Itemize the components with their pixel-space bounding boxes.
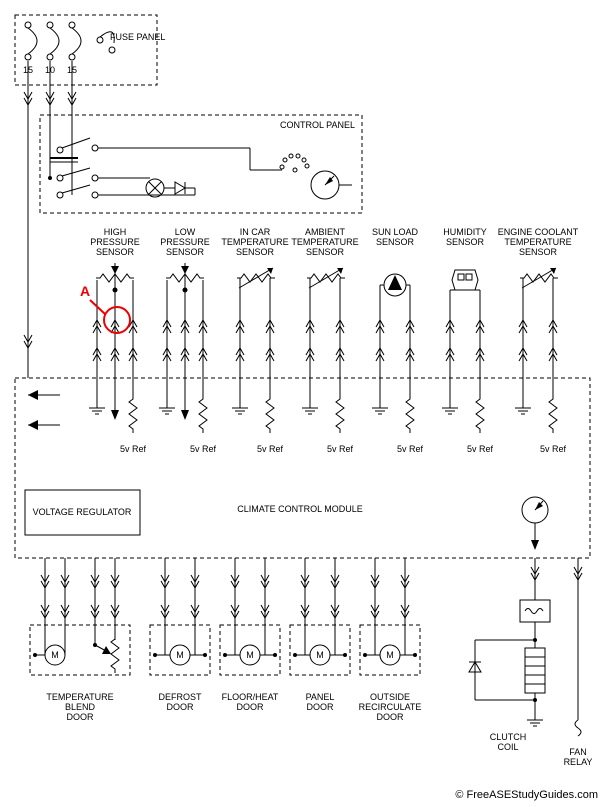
sensor-label: AMBIENT: [305, 227, 346, 237]
sensor-label: TEMPERATURE: [291, 237, 358, 247]
door-blend: TEMPERATURE BLEND DOOR: [30, 558, 130, 722]
sensor-label: PRESSURE: [90, 237, 140, 247]
door-label: DOOR: [67, 712, 95, 722]
marker-a-label: A: [80, 283, 90, 299]
clutch-coil-circuit: CLUTCH COIL: [469, 558, 550, 752]
ref-label: 5v Ref: [540, 444, 567, 454]
fuse-1: 15: [23, 22, 37, 75]
sensor-label: HUMIDITY: [443, 227, 487, 237]
sensor-label: SENSOR: [306, 247, 345, 257]
sensor-label: SENSOR: [519, 247, 558, 257]
sensor-label: LOW: [175, 227, 196, 237]
sensor-label: ENGINE COOLANT: [498, 227, 579, 237]
door-actuators: TEMPERATURE BLEND DOOR DEFROST DOOR: [30, 558, 421, 722]
module-lamp-icon: [522, 497, 548, 550]
door-label: TEMPERATURE: [46, 692, 113, 702]
door-label: DOOR: [167, 702, 195, 712]
ref-label: 5v Ref: [397, 444, 424, 454]
sensor-label: SENSOR: [166, 247, 205, 257]
control-panel: CONTROL PANEL: [40, 105, 362, 213]
sensor-label: HIGH: [104, 227, 127, 237]
marker-a: A: [80, 283, 130, 333]
ref-label: 5v Ref: [190, 444, 217, 454]
ref-label: 5v Ref: [257, 444, 284, 454]
door-label: DOOR: [307, 702, 335, 712]
sensor-humidity: [446, 270, 484, 378]
door-label: OUTSIDE: [370, 692, 410, 702]
fan-relay-circuit: FAN RELAY: [564, 558, 593, 767]
sensor-sunload: [376, 274, 414, 378]
door-recirc: OUTSIDE RECIRCULATE DOOR: [359, 558, 422, 722]
lamp-icon: [146, 179, 164, 197]
fuse-panel: FUSE PANEL 15 10 15: [15, 15, 165, 105]
clutch-coil-label: COIL: [497, 742, 518, 752]
sensor-amb: [306, 268, 345, 378]
fuse-3: 15: [67, 22, 81, 75]
sensor-ect: [519, 268, 558, 378]
sensor-label: IN CAR: [240, 227, 271, 237]
sensor-label: SENSOR: [236, 247, 275, 257]
door-floor: FLOOR/HEAT DOOR: [220, 558, 280, 712]
voltage-regulator-label: VOLTAGE REGULATOR: [33, 507, 132, 517]
door-label: FLOOR/HEAT: [222, 692, 279, 702]
climate-control-module: CLIMATE CONTROL MODULE 5v Ref 5v Ref: [15, 378, 590, 558]
fuse-panel-title: FUSE PANEL: [110, 32, 165, 42]
door-defrost: DEFROST DOOR: [150, 558, 210, 712]
door-label: DOOR: [377, 712, 405, 722]
control-panel-title: CONTROL PANEL: [280, 120, 355, 130]
sensor-row: HIGH PRESSURE SENSOR LOW PRESSURE SENSOR…: [90, 227, 579, 378]
rotary-selector-icon: [280, 154, 309, 172]
climate-module-label: CLIMATE CONTROL MODULE: [237, 504, 363, 514]
sensor-label: TEMPERATURE: [504, 237, 571, 247]
sensor-label: SENSOR: [446, 237, 485, 247]
door-label: BLEND: [65, 702, 96, 712]
indicator-lamp-icon: [311, 171, 339, 199]
ref-label: 5v Ref: [120, 444, 147, 454]
fan-relay-label: FAN: [569, 747, 587, 757]
sensor-label: SENSOR: [96, 247, 135, 257]
door-label: DEFROST: [158, 692, 202, 702]
sensor-label: SUN LOAD: [372, 227, 419, 237]
door-label: DOOR: [237, 702, 265, 712]
fan-relay-label: RELAY: [564, 757, 593, 767]
sensor-label: SENSOR: [376, 237, 415, 247]
ref-label: 5v Ref: [467, 444, 494, 454]
sensor-in: [236, 268, 275, 378]
sensor-label: TEMPERATURE: [221, 237, 288, 247]
ref-label: 5v Ref: [327, 444, 354, 454]
diagram-canvas: M FUSE PANEL 15: [0, 0, 605, 805]
door-label: PANEL: [306, 692, 335, 702]
watermark: © FreeASEStudyGuides.com: [455, 789, 598, 801]
clutch-coil-label: CLUTCH: [490, 732, 527, 742]
door-label: RECIRCULATE: [359, 702, 422, 712]
sensor-label: PRESSURE: [160, 237, 210, 247]
sensor-lp: [163, 263, 207, 378]
door-panel: PANEL DOOR: [290, 558, 350, 712]
fuse-2: 10: [45, 22, 59, 75]
